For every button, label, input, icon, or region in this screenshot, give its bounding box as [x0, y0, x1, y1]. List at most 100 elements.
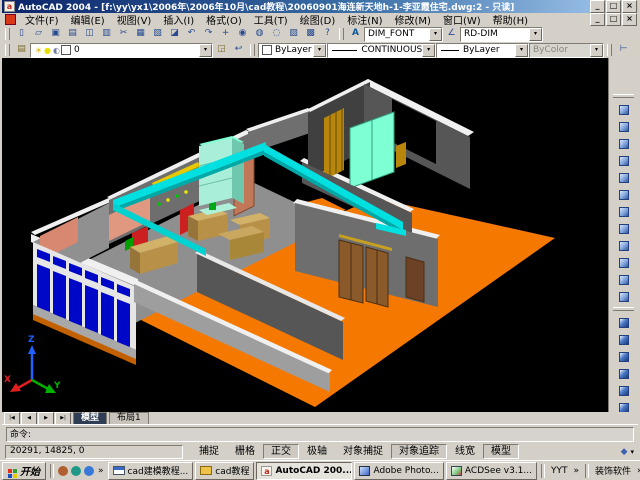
named-views-icon[interactable] [613, 101, 634, 118]
copy-icon[interactable]: ▦ [132, 26, 149, 42]
doc-restore-button[interactable]: □ [606, 13, 621, 26]
text-style-combo[interactable]: DIM_FONT ▾ [364, 27, 443, 42]
hidden-icon[interactable] [613, 348, 634, 365]
3d-wireframe-icon[interactable] [613, 331, 634, 348]
layer-on-icon[interactable]: ☀ [34, 46, 43, 55]
quick-launch-chevron[interactable]: » [96, 466, 106, 476]
2d-wireframe-icon[interactable] [613, 314, 634, 331]
chevron-down-icon[interactable]: ▾ [313, 44, 326, 57]
menu-item[interactable]: 编辑(E) [65, 12, 111, 27]
chevron-down-icon[interactable]: ▾ [422, 44, 435, 57]
status-toggle[interactable]: 对象追踪 [391, 444, 447, 459]
lineweight-combo[interactable]: ByLayer ▾ [436, 43, 529, 58]
menu-item[interactable]: 标注(N) [341, 12, 388, 27]
quick-launch-icon-1[interactable] [58, 466, 68, 476]
layer-manager-icon[interactable]: ▤ [13, 42, 30, 58]
menu-item[interactable]: 工具(T) [248, 12, 294, 27]
status-toggle[interactable]: 模型 [483, 444, 519, 459]
layout-tab[interactable]: 布局1 [109, 412, 149, 424]
toolbar-grip[interactable] [5, 28, 10, 40]
redo-icon[interactable]: ↷ [200, 26, 217, 42]
zoom-realtime-icon[interactable]: ◉ [234, 26, 251, 42]
menu-item[interactable]: 文件(F) [19, 12, 65, 27]
menu-item[interactable]: 插入(I) [157, 12, 200, 27]
front-view-icon[interactable] [613, 186, 634, 203]
undo-icon[interactable]: ↶ [183, 26, 200, 42]
taskbar-task-button[interactable]: cad建模教程... [108, 462, 194, 480]
zoom-window-icon[interactable]: ◍ [251, 26, 268, 42]
language-band-chevron[interactable]: » [572, 466, 582, 476]
status-toggle[interactable]: 对象捕捉 [335, 444, 391, 459]
tab-nav-button[interactable]: |◀ [4, 412, 20, 425]
dim-style-icon[interactable]: ∠ [443, 26, 460, 42]
right-view-icon[interactable] [613, 169, 634, 186]
status-tray-arrow-icon[interactable]: ▾ [630, 448, 634, 456]
toolbar-grip[interactable] [339, 28, 344, 40]
status-toggle[interactable]: 线宽 [447, 444, 483, 459]
left-view-icon[interactable] [613, 152, 634, 169]
layer-previous-icon[interactable]: ↩ [230, 42, 247, 58]
taskbar-task-button[interactable]: a AutoCAD 200... [256, 462, 352, 480]
menu-item[interactable]: 绘图(D) [294, 12, 342, 27]
menu-item[interactable]: 帮助(H) [487, 12, 534, 27]
tab-nav-button[interactable]: ◀ [21, 412, 37, 425]
dim-edit-icon[interactable]: ⊢ [615, 42, 632, 58]
drawing-canvas[interactable]: Z X Y [2, 58, 609, 412]
match-properties-icon[interactable]: ◪ [166, 26, 183, 42]
layer-freeze-icon[interactable]: ● [43, 46, 52, 55]
tab-nav-button[interactable]: ▶ [38, 412, 54, 425]
open-icon[interactable]: ▱ [30, 26, 47, 42]
camera-icon[interactable] [613, 288, 634, 305]
status-toggle[interactable]: 极轴 [299, 444, 335, 459]
quick-launch-icon-2[interactable] [71, 466, 81, 476]
taskbar-task-button[interactable]: ACDSee v3.1... [446, 462, 537, 480]
plot-icon[interactable]: ▤ [64, 26, 81, 42]
back-view-icon[interactable] [613, 203, 634, 220]
document-icon[interactable] [5, 14, 16, 25]
minimize-button[interactable]: _ [590, 0, 605, 13]
chevron-down-icon[interactable]: ▾ [515, 44, 528, 57]
layer-combo[interactable]: ☀ ● ◐ 0 ▾ [30, 43, 213, 58]
quick-launch-icon-3[interactable] [84, 466, 94, 476]
plot-preview-icon[interactable]: ◫ [81, 26, 98, 42]
publish-icon[interactable]: ▥ [98, 26, 115, 42]
toolbar-grip[interactable] [250, 44, 255, 56]
cut-icon[interactable]: ✂ [115, 26, 132, 42]
color-combo[interactable]: ByLayer ▾ [258, 43, 327, 58]
sw-isometric-icon[interactable] [613, 220, 634, 237]
designcenter-icon[interactable]: ▩ [302, 26, 319, 42]
taskbar-task-button[interactable]: Adobe Photo... [354, 462, 443, 480]
layout-tab[interactable]: 模型 [73, 412, 107, 424]
close-button[interactable]: × [622, 0, 637, 13]
new-icon[interactable]: ▯ [13, 26, 30, 42]
linetype-combo[interactable]: CONTINUOUS ▾ [327, 43, 436, 58]
restore-button[interactable]: □ [606, 0, 621, 13]
gouraud-shaded-icon[interactable] [613, 382, 634, 399]
top-view-icon[interactable] [613, 118, 634, 135]
help-icon[interactable]: ? [319, 26, 336, 42]
toolbar-grip[interactable] [607, 44, 612, 56]
text-style-icon[interactable]: A [347, 26, 364, 42]
communication-center-icon[interactable]: ◆ [621, 447, 628, 457]
layer-lock-icon[interactable]: ◐ [52, 46, 61, 55]
menu-item[interactable]: 窗口(W) [437, 12, 487, 27]
chevron-down-icon[interactable]: ▾ [199, 44, 212, 57]
pan-icon[interactable]: + [217, 26, 234, 42]
dim-style-combo[interactable]: RD-DIM ▾ [460, 27, 543, 42]
start-button[interactable]: 开始 [2, 462, 46, 480]
status-toggle[interactable]: 正交 [263, 444, 299, 459]
save-icon[interactable]: ▣ [47, 26, 64, 42]
command-input[interactable]: 命令: [6, 427, 634, 442]
menu-item[interactable]: 视图(V) [111, 12, 158, 27]
taskbar-task-button[interactable]: cad教程 [195, 462, 254, 480]
status-toggle[interactable]: 捕捉 [191, 444, 227, 459]
status-toggle[interactable]: 栅格 [227, 444, 263, 459]
nw-isometric-icon[interactable] [613, 271, 634, 288]
desk-band[interactable]: 装饰软件 [593, 464, 633, 477]
paste-icon[interactable]: ▧ [149, 26, 166, 42]
bottom-view-icon[interactable] [613, 135, 634, 152]
ne-isometric-icon[interactable] [613, 254, 634, 271]
chevron-down-icon[interactable]: ▾ [429, 28, 442, 41]
language-band[interactable]: YYT [549, 466, 570, 476]
zoom-previous-icon[interactable]: ◌ [268, 26, 285, 42]
